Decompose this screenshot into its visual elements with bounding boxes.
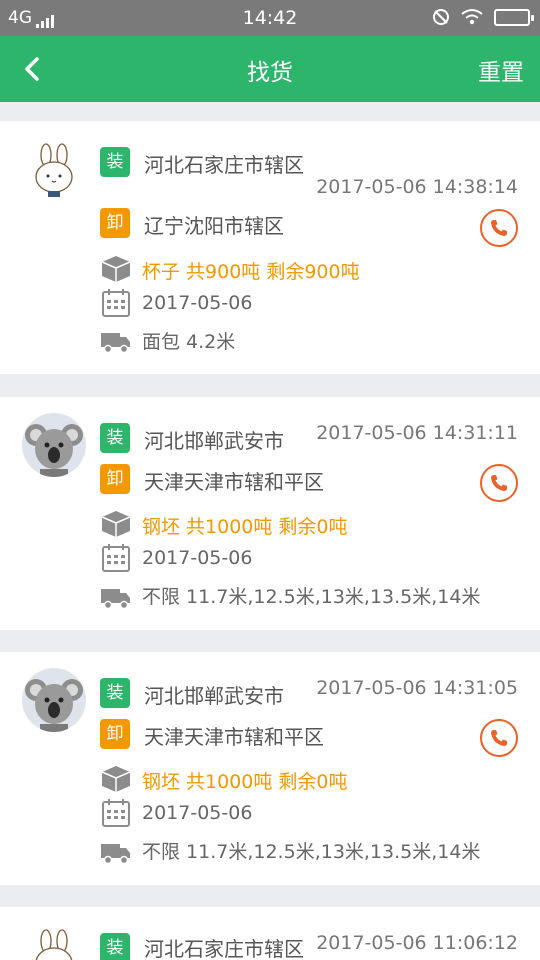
goods-info: 杯子 共900吨 剩余900吨	[142, 261, 360, 283]
order-card[interactable]: 装 河北石家庄市辖区 2017-05-06 11:06:12	[0, 907, 540, 960]
unload-tag: 卸	[100, 719, 130, 749]
goods-info: 钢坯 共1000吨 剩余0吨	[142, 516, 348, 538]
goods-box-icon	[101, 256, 131, 282]
truck-requirement: 面包 4.2米	[142, 331, 236, 353]
truck-requirement: 不限 11.7米,12.5米,13米,13.5米,14米	[142, 586, 481, 608]
order-card[interactable]: 装 河北邯郸武安市 2017-05-06 14:31:11 卸 天津天津市辖和平…	[0, 397, 540, 630]
post-timestamp: 2017-05-06 14:31:11	[316, 422, 518, 444]
calendar-icon	[102, 799, 130, 827]
phone-call-button[interactable]	[480, 719, 518, 757]
phone-icon	[491, 475, 507, 491]
load-tag: 装	[100, 423, 130, 453]
calendar-icon	[102, 544, 130, 572]
reset-button[interactable]: 重置	[478, 53, 524, 87]
truck-requirement: 不限 11.7米,12.5米,13米,13.5米,14米	[142, 841, 481, 863]
load-date: 2017-05-06	[142, 292, 253, 314]
goods-box-icon	[101, 766, 131, 792]
load-address: 河北邯郸武安市	[144, 684, 284, 708]
load-tag: 装	[100, 933, 130, 960]
truck-icon	[101, 844, 130, 865]
unload-address: 天津天津市辖和平区	[144, 470, 324, 494]
load-date: 2017-05-06	[142, 547, 253, 569]
phone-call-button[interactable]	[480, 209, 518, 247]
phone-icon	[491, 730, 507, 746]
load-date: 2017-05-06	[142, 802, 253, 824]
load-address: 河北石家庄市辖区	[144, 937, 304, 960]
unload-address: 天津天津市辖和平区	[144, 725, 324, 749]
truck-icon	[101, 589, 130, 610]
load-address: 河北石家庄市辖区	[144, 153, 304, 177]
header-bar: 找货 重置	[0, 36, 540, 102]
unload-address: 辽宁沈阳市辖区	[144, 214, 284, 238]
order-card[interactable]: 装 河北石家庄市辖区 2017-05-06 14:38:14 卸 辽宁沈阳市辖区…	[0, 121, 540, 374]
wifi-icon	[461, 9, 483, 25]
goods-info: 钢坯 共1000吨 剩余0吨	[142, 771, 348, 793]
koala-avatar	[22, 668, 86, 732]
unload-tag: 卸	[100, 464, 130, 494]
goods-box-icon	[101, 511, 131, 537]
page-title: 找货	[247, 60, 293, 86]
battery-icon	[494, 8, 534, 26]
load-address: 河北邯郸武安市	[144, 429, 284, 453]
phone-icon	[491, 220, 507, 236]
post-timestamp: 2017-05-06 14:38:14	[316, 176, 518, 198]
unload-tag: 卸	[100, 208, 130, 238]
koala-avatar	[22, 413, 86, 477]
calendar-icon	[102, 289, 130, 317]
bunny-avatar	[22, 137, 86, 201]
order-card[interactable]: 装 河北邯郸武安市 2017-05-06 14:31:05 卸 天津天津市辖和平…	[0, 652, 540, 885]
alarm-icon	[433, 9, 449, 25]
post-timestamp: 2017-05-06 11:06:12	[316, 932, 518, 954]
bunny-avatar	[22, 923, 86, 960]
load-tag: 装	[100, 147, 130, 177]
load-tag: 装	[100, 678, 130, 708]
truck-icon	[101, 333, 130, 354]
status-bar: 4G 14:42	[0, 0, 540, 36]
phone-call-button[interactable]	[480, 464, 518, 502]
post-timestamp: 2017-05-06 14:31:05	[316, 677, 518, 699]
